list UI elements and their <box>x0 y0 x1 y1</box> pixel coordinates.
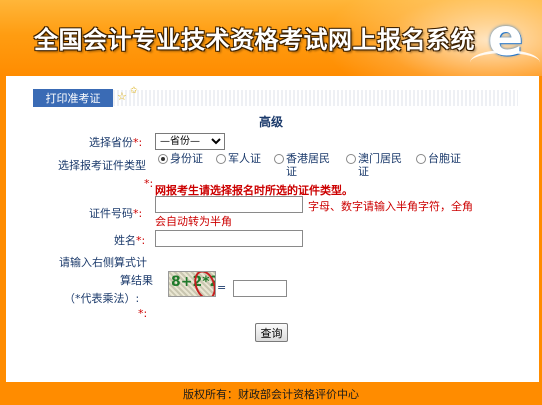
captcha-answer-input[interactable] <box>233 280 287 297</box>
id-number-label-text: 证件号码 <box>89 207 133 220</box>
id-number-input[interactable] <box>155 196 303 213</box>
radio-label: 香港居民 证 <box>286 152 330 178</box>
query-button[interactable]: 查询 <box>255 323 288 342</box>
radio-button[interactable] <box>274 154 284 164</box>
name-input[interactable] <box>155 230 303 247</box>
captcha-label-note: （*代表乘法） <box>64 292 136 305</box>
id-number-label: 证件号码*: <box>89 205 142 221</box>
star-icon: ✩ <box>130 86 138 96</box>
required-mark: *: <box>136 234 146 247</box>
radio-button[interactable] <box>216 154 226 164</box>
radio-hongkong-resident-id[interactable]: 香港居民 证 <box>274 152 330 178</box>
frame-left-border <box>0 76 6 382</box>
captcha-label-line2: 算结果 <box>120 274 153 287</box>
captcha-equals: = <box>217 281 227 294</box>
province-label: 选择省份*: <box>89 134 142 150</box>
radio-label: 台胞证 <box>428 152 461 165</box>
footer: 版权所有：财政部会计资格评价中心 <box>0 382 542 405</box>
id-number-hint: 字母、数字请输入半角字符，全角 <box>308 200 473 213</box>
name-label-text: 姓名 <box>114 234 136 247</box>
captcha-label-line3: （*代表乘法）: <box>64 290 139 306</box>
radio-button[interactable] <box>346 154 356 164</box>
radio-button-selected[interactable] <box>158 154 168 164</box>
province-select[interactable]: —省份— <box>155 133 225 150</box>
required-mark: *: <box>133 136 143 149</box>
name-label: 姓名*: <box>114 232 145 248</box>
radio-label-line: 证 <box>358 165 369 178</box>
id-number-hint-continued: 会自动转为半角 <box>155 215 232 228</box>
radio-label: 澳门居民 证 <box>358 152 402 178</box>
id-type-radio-group: 身份证 军人证 香港居民 证 澳门居民 证 台胞证 <box>158 152 478 182</box>
required-mark: *: <box>144 177 154 190</box>
radio-taiwan-compatriot-id[interactable]: 台胞证 <box>416 152 461 165</box>
site-title: 全国会计专业技术资格考试网上报名系统 <box>34 25 475 54</box>
radio-label: 军人证 <box>228 152 261 165</box>
tab-print-admission-ticket[interactable]: 打印准考证 <box>33 89 113 107</box>
radio-button[interactable] <box>416 154 426 164</box>
copyright-text: 版权所有：财政部会计资格评价中心 <box>183 387 359 401</box>
radio-label-line: 香港居民 <box>286 152 330 165</box>
star-icon: ☆ <box>117 90 127 103</box>
id-type-label: 选择报考证件类型 <box>58 159 146 172</box>
radio-id-card[interactable]: 身份证 <box>158 152 203 165</box>
province-label-text: 选择省份 <box>89 136 133 149</box>
section-title: 高级 <box>259 115 284 129</box>
required-mark: *: <box>133 207 143 220</box>
radio-military-id[interactable]: 军人证 <box>216 152 261 165</box>
captcha-colon: : <box>135 292 140 305</box>
radio-macau-resident-id[interactable]: 澳门居民 证 <box>346 152 402 178</box>
logo-swirl-icon <box>470 50 540 75</box>
required-mark: *: <box>138 307 148 320</box>
header-banner: 全国会计专业技术资格考试网上报名系统 e <box>0 0 542 76</box>
radio-label-line: 证 <box>286 165 297 178</box>
radio-label: 身份证 <box>170 152 203 165</box>
captcha-image: 8+2*2 <box>168 271 216 297</box>
radio-label-line: 澳门居民 <box>358 152 402 165</box>
captcha-label-line1: 请输入右侧算式计 <box>59 256 147 269</box>
